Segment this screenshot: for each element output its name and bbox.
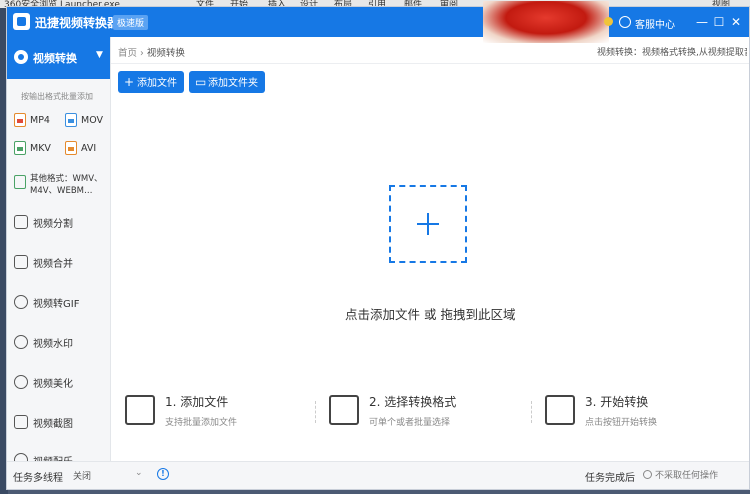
page-description: 视频转换：视频格式转换,从视频提取音频: [597, 48, 747, 58]
step-title: 3. 开始转换: [585, 395, 649, 409]
sidebar-item-label: 视频截图: [33, 419, 73, 430]
format-mp4[interactable]: MP4: [14, 113, 64, 129]
edition-badge: 极速版: [113, 15, 149, 30]
statusbar: 任务多线程 关闭 ⌄ ! 任务完成后 不采取任何操作: [7, 461, 749, 489]
split-icon: [14, 215, 28, 229]
titlebar: 迅捷视频转换器 极速版 客服中心 — ☐ ✕: [7, 1, 749, 43]
promo-coin-icon[interactable]: [604, 17, 613, 26]
app-title: 迅捷视频转换器: [35, 16, 120, 30]
support-center-button[interactable]: 客服中心: [635, 16, 675, 31]
sidebar-item-label: 视频分割: [33, 219, 73, 230]
sidebar-item-beautify[interactable]: 视频美化: [7, 367, 110, 397]
after-complete-label: 任务完成后: [585, 473, 635, 484]
sidebar-item-merge[interactable]: 视频合并: [7, 247, 110, 277]
mkv-file-icon: [14, 141, 26, 155]
format-label: MKV: [30, 143, 51, 154]
drop-zone[interactable]: [389, 185, 467, 263]
app-logo-icon: [13, 13, 30, 30]
chevron-down-icon: ⌄: [135, 468, 143, 478]
format-mov[interactable]: MOV: [65, 113, 110, 129]
music-icon: [14, 453, 28, 461]
maximize-button[interactable]: ☐: [712, 15, 726, 29]
mov-file-icon: [65, 113, 77, 127]
chevron-down-icon: ▼: [96, 50, 103, 60]
sidebar-item-music[interactable]: 视频配乐: [7, 445, 110, 461]
drop-zone-text[interactable]: 点击添加文件 或 拖拽到此区域: [345, 304, 515, 323]
sidebar-item-label: 视频转换: [33, 52, 77, 65]
sidebar-item-gif[interactable]: 视频转GIF: [7, 287, 110, 317]
breadcrumb-separator: ›: [140, 48, 144, 59]
step-title: 1. 添加文件: [165, 395, 229, 409]
sidebar-item-split[interactable]: 视频分割: [7, 207, 110, 237]
breadcrumb-current: 视频转换: [146, 48, 185, 59]
format-label: MP4: [30, 115, 50, 126]
format-label: AVI: [81, 143, 97, 154]
chat-icon[interactable]: [619, 16, 631, 28]
add-file-button[interactable]: + 添加文件: [118, 71, 184, 93]
minimize-button[interactable]: —: [695, 15, 709, 29]
header-divider: [111, 63, 749, 64]
other-format-file-icon: [14, 175, 26, 189]
add-file-icon: [125, 395, 155, 425]
sidebar-item-video-convert[interactable]: 视频转换 ▼: [7, 37, 110, 79]
avi-file-icon: [65, 141, 77, 155]
add-folder-button[interactable]: ▭ 添加文件夹: [189, 71, 265, 93]
folder-icon: ▭: [195, 75, 207, 89]
sidebar-item-watermark[interactable]: 视频水印: [7, 327, 110, 357]
format-label: 其他格式：WMV、M4V、WEBM…: [30, 174, 103, 196]
sidebar-item-screenshot[interactable]: 视频截图: [7, 407, 110, 437]
screenshot-icon: [14, 415, 28, 429]
step-separator: [531, 401, 532, 423]
promo-banner-image[interactable]: [483, 1, 609, 43]
sidebar-item-label: 视频转GIF: [33, 299, 80, 310]
gif-icon: [14, 295, 28, 309]
step-separator: [315, 401, 316, 423]
convert-icon: [14, 50, 28, 64]
format-switch-icon: [329, 395, 359, 425]
info-icon[interactable]: !: [157, 468, 169, 480]
mp4-file-icon: [14, 113, 26, 127]
multithread-select[interactable]: 关闭 ⌄: [73, 468, 143, 484]
multithread-value: 关闭: [73, 472, 92, 482]
sidebar: 视频转换 ▼ 按输出格式批量添加 MP4 MOV MKV AVI 其他格式：WM…: [7, 37, 111, 461]
close-button[interactable]: ✕: [729, 15, 743, 29]
watermark-icon: [14, 335, 28, 349]
step-subtitle: 可单个或者批量选择: [369, 418, 451, 428]
breadcrumb-home[interactable]: 首页: [118, 48, 137, 59]
sidebar-item-label: 视频合并: [33, 259, 73, 270]
add-folder-label: 添加文件夹: [208, 78, 258, 89]
start-convert-icon: [545, 395, 575, 425]
after-complete-select[interactable]: 不采取任何操作: [643, 468, 718, 481]
sidebar-item-label: 视频配乐: [33, 453, 73, 461]
after-complete-value: 不采取任何操作: [655, 471, 719, 481]
app-window: 迅捷视频转换器 极速版 客服中心 — ☐ ✕ 视频转换 ▼ 按输出格式批量添加 …: [6, 1, 750, 490]
step-subtitle: 支持批量添加文件: [165, 418, 238, 428]
step-title: 2. 选择转换格式: [369, 395, 457, 409]
step-subtitle: 点击按钮开始转换: [585, 418, 658, 428]
multithread-label: 任务多线程: [13, 473, 63, 484]
format-hint: 按输出格式批量添加: [21, 92, 93, 101]
merge-icon: [14, 255, 28, 269]
format-mkv[interactable]: MKV: [14, 141, 64, 157]
format-avi[interactable]: AVI: [65, 141, 110, 157]
beautify-icon: [14, 375, 28, 389]
add-file-label: 添加文件: [137, 78, 177, 89]
clock-icon: [643, 470, 652, 479]
plus-icon-vertical: [427, 213, 429, 235]
format-label: MOV: [81, 115, 104, 126]
sidebar-item-label: 视频美化: [33, 379, 73, 390]
sidebar-item-label: 视频水印: [33, 339, 73, 350]
plus-icon: +: [124, 75, 135, 89]
breadcrumb: 首页 › 视频转换: [118, 45, 185, 59]
